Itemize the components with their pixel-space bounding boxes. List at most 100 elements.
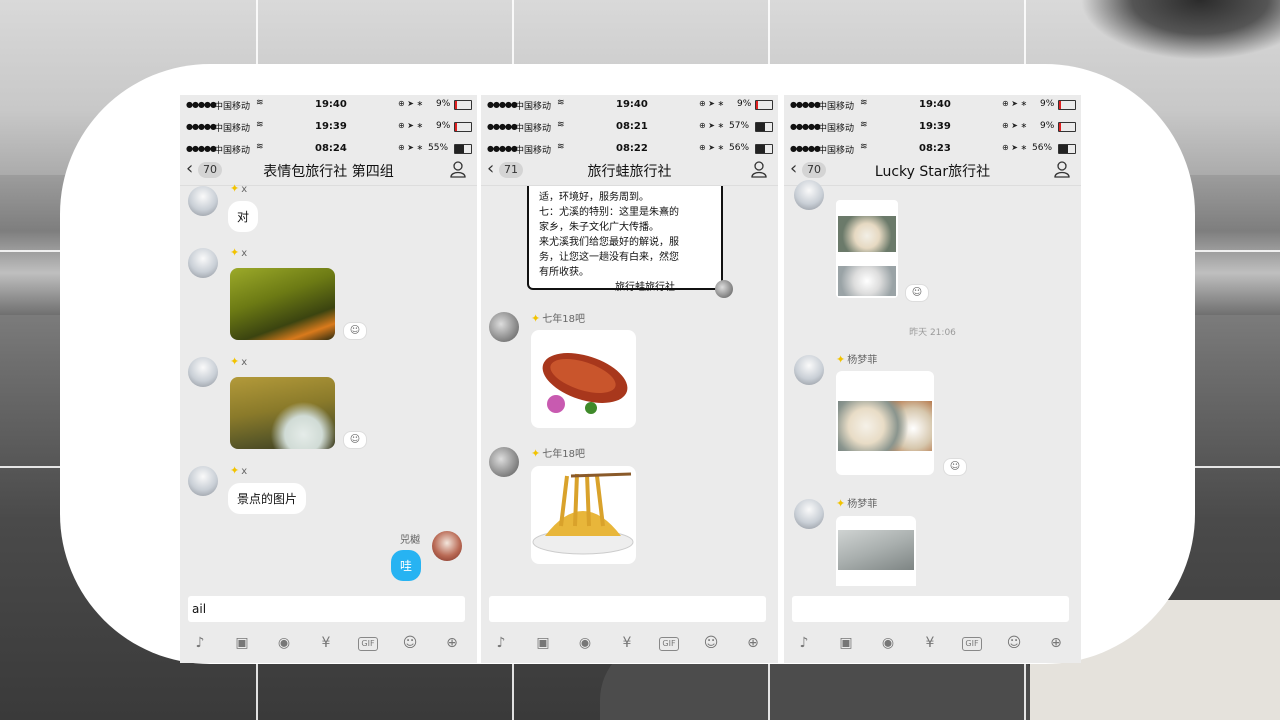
camera-icon[interactable]: ◉	[878, 633, 898, 653]
message-input[interactable]	[489, 596, 766, 622]
camera-icon[interactable]: ◉	[575, 633, 595, 653]
background-tree	[1080, 0, 1280, 60]
avatar[interactable]	[188, 186, 218, 216]
image-icon[interactable]: ▣	[232, 633, 252, 653]
gif-icon[interactable]: GIF	[659, 637, 679, 651]
emoji-react-icon[interactable]: ☺	[905, 284, 929, 302]
gif-icon[interactable]: GIF	[358, 637, 378, 651]
avatar[interactable]	[794, 180, 824, 210]
microphone-icon[interactable]: ♪	[190, 633, 210, 653]
chat-title: 旅行蛙旅行社	[587, 164, 672, 180]
sender-name: ✦ x	[230, 464, 248, 477]
emoji-icon[interactable]: ☺	[701, 633, 721, 653]
status-time: 19:40	[315, 99, 347, 110]
chat-title: 表情包旅行社 第四组	[263, 164, 394, 180]
avatar[interactable]	[188, 248, 218, 278]
battery-icon	[755, 122, 773, 132]
group-members-icon[interactable]	[1053, 160, 1071, 178]
message-input[interactable]: ail	[188, 596, 465, 622]
sticker-avatar	[715, 280, 733, 298]
noodles-photo[interactable]	[531, 466, 636, 564]
avatar[interactable]	[188, 357, 218, 387]
avatar[interactable]	[794, 355, 824, 385]
status-bar: ●●●●● 中国移动 ≋ 19:40 ⊕ ➤ ∗ 9%	[481, 95, 778, 115]
emoji-react-icon[interactable]: ☺	[343, 322, 367, 340]
chat-nav-bar: ‹ 70 表情包旅行社 第四组	[180, 155, 477, 186]
battery-percent: 9%	[436, 121, 451, 131]
image-icon[interactable]: ▣	[533, 633, 553, 653]
gif-icon[interactable]: GIF	[962, 637, 982, 651]
status-bar: ●●●●● 中国移动 ≋ 08:21 ⊕ ➤ ∗ 57%	[481, 117, 778, 137]
wifi-icon: ≋	[860, 142, 868, 152]
plus-icon[interactable]: ⊕	[1046, 633, 1066, 653]
sender-name: ✦ x	[230, 355, 248, 368]
image-icon[interactable]: ▣	[836, 633, 856, 653]
plus-icon[interactable]: ⊕	[442, 633, 462, 653]
avatar[interactable]	[432, 531, 462, 561]
location-icon: ⊕ ➤ ∗	[699, 121, 725, 130]
emoji-react-icon[interactable]: ☺	[343, 431, 367, 449]
message-list: 适，环境好，服务周到。 七：尤溪的特别：这里是朱熹的 家乡，朱子文化广大传播。 …	[481, 186, 778, 586]
location-icon: ⊕ ➤ ∗	[1002, 143, 1028, 152]
letter-signature: 旅行蛙旅行社	[615, 282, 675, 293]
status-time: 08:23	[919, 143, 951, 154]
dumpling-card-1[interactable]	[836, 200, 898, 298]
carrier-label: 中国移动	[818, 102, 855, 112]
location-icon: ⊕ ➤ ∗	[699, 143, 725, 152]
status-time: 08:24	[315, 143, 347, 154]
letter-image[interactable]: 适，环境好，服务周到。 七：尤溪的特别：这里是朱熹的 家乡，朱子文化广大传播。 …	[527, 186, 723, 293]
wifi-icon: ≋	[860, 120, 868, 130]
chat-timestamp: 昨天 21:06	[909, 328, 956, 338]
message-list: ✦ x 对 ✦ x ☺ ✦ x ☺ ✦ x 景点的图片 兕樾 哇	[180, 182, 477, 586]
status-time: 19:39	[919, 121, 951, 132]
chat-toolbar: ♪ ▣ ◉ ¥ GIF ☺ ⊕	[784, 629, 1081, 657]
wifi-icon: ≋	[557, 142, 565, 152]
location-icon: ⊕ ➤ ∗	[699, 99, 725, 108]
plus-icon[interactable]: ⊕	[743, 633, 763, 653]
dumpling-card-2[interactable]	[836, 371, 934, 475]
location-icon: ⊕ ➤ ∗	[398, 99, 424, 108]
group-members-icon[interactable]	[750, 160, 768, 178]
avatar[interactable]	[489, 312, 519, 342]
emoji-react-icon[interactable]: ☺	[943, 458, 967, 476]
battery-percent: 9%	[1040, 121, 1055, 131]
message-bubble[interactable]: 对	[228, 201, 259, 232]
roast-duck-photo[interactable]	[531, 330, 636, 428]
red-packet-icon[interactable]: ¥	[316, 633, 336, 653]
emoji-icon[interactable]: ☺	[1004, 633, 1024, 653]
avatar[interactable]	[489, 447, 519, 477]
wifi-icon: ≋	[557, 98, 565, 108]
camera-icon[interactable]: ◉	[274, 633, 294, 653]
carrier-label: 中国移动	[214, 124, 251, 134]
battery-icon	[1058, 100, 1076, 110]
wifi-icon: ≋	[860, 98, 868, 108]
wifi-icon: ≋	[256, 142, 264, 152]
avatar[interactable]	[794, 499, 824, 529]
group-members-icon[interactable]	[449, 160, 467, 178]
battery-percent: 56%	[729, 143, 750, 153]
microphone-icon[interactable]: ♪	[794, 633, 814, 653]
message-input[interactable]	[792, 596, 1069, 622]
chat-toolbar: ♪ ▣ ◉ ¥ GIF ☺ ⊕	[180, 629, 477, 657]
sender-name: 兕樾	[400, 535, 420, 546]
battery-percent: 9%	[737, 99, 752, 109]
battery-icon	[454, 144, 472, 154]
autumn-tree-photo[interactable]	[230, 268, 335, 340]
red-packet-icon[interactable]: ¥	[920, 633, 940, 653]
yellow-tree-photo[interactable]	[230, 377, 335, 449]
avatar[interactable]	[188, 466, 218, 496]
battery-percent: 55%	[428, 143, 449, 153]
battery-icon	[755, 144, 773, 154]
microphone-icon[interactable]: ♪	[491, 633, 511, 653]
battery-icon	[454, 122, 472, 132]
location-icon: ⊕ ➤ ∗	[398, 143, 424, 152]
status-bar: ●●●●● 中国移动 ≋ 19:39 ⊕ ➤ ∗ 9%	[784, 117, 1081, 137]
noodle-card[interactable]	[836, 516, 916, 586]
red-packet-icon[interactable]: ¥	[617, 633, 637, 653]
emoji-icon[interactable]: ☺	[400, 633, 420, 653]
status-bar: ●●●●● 中国移动 ≋ 19:40 ⊕ ➤ ∗ 9%	[180, 95, 477, 115]
message-bubble[interactable]: 景点的图片	[228, 483, 307, 514]
message-list: ☺ 昨天 21:06 ✦ 杨梦菲 ☺ ✦ 杨梦菲	[784, 180, 1081, 586]
status-time: 08:22	[616, 143, 648, 154]
my-message-bubble[interactable]: 哇	[391, 550, 422, 581]
